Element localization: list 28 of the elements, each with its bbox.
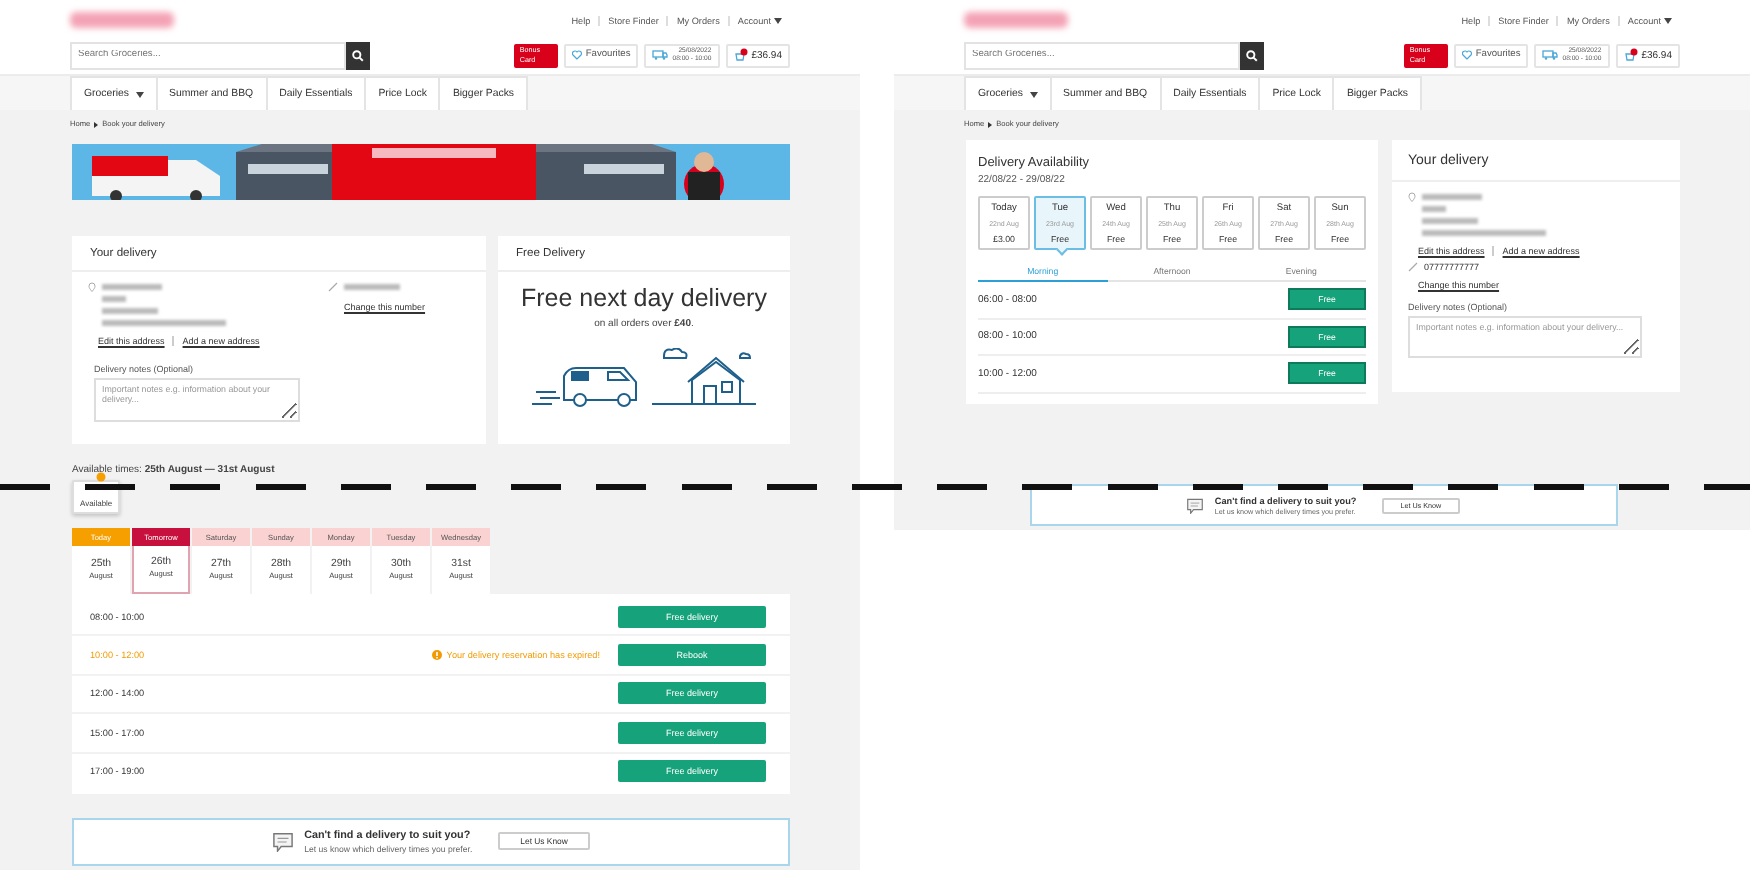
heart-icon (571, 50, 582, 60)
caret-icon (1029, 91, 1037, 97)
heart-icon (1461, 50, 1472, 60)
alert-dot-icon (96, 472, 106, 482)
van-icon (1542, 50, 1559, 60)
blurred-address-drawing (1422, 192, 1546, 236)
search-icon (1246, 49, 1258, 61)
location-pin-icon (88, 282, 96, 292)
blurred-logo (70, 12, 174, 28)
blurred-phone-drawing (344, 284, 400, 290)
chat-icon (1186, 497, 1205, 513)
location-pin-icon (1408, 192, 1416, 202)
chevron-icon (988, 121, 993, 127)
blurred-logo (964, 12, 1068, 28)
free-delivery-headline: Free next day delivery (521, 284, 767, 312)
search-icon (352, 49, 364, 61)
basket-icon (1623, 48, 1638, 62)
warning-icon (432, 650, 443, 661)
caret-icon (774, 17, 782, 23)
search-button[interactable] (346, 41, 370, 69)
chevron-icon (94, 121, 99, 127)
basket-icon (733, 48, 748, 62)
caret-icon (135, 91, 143, 97)
caret-icon (1664, 17, 1672, 23)
van-icon (652, 50, 669, 60)
chat-icon (272, 831, 295, 852)
blurred-address-drawing (102, 282, 226, 326)
search-button[interactable] (1240, 41, 1264, 69)
